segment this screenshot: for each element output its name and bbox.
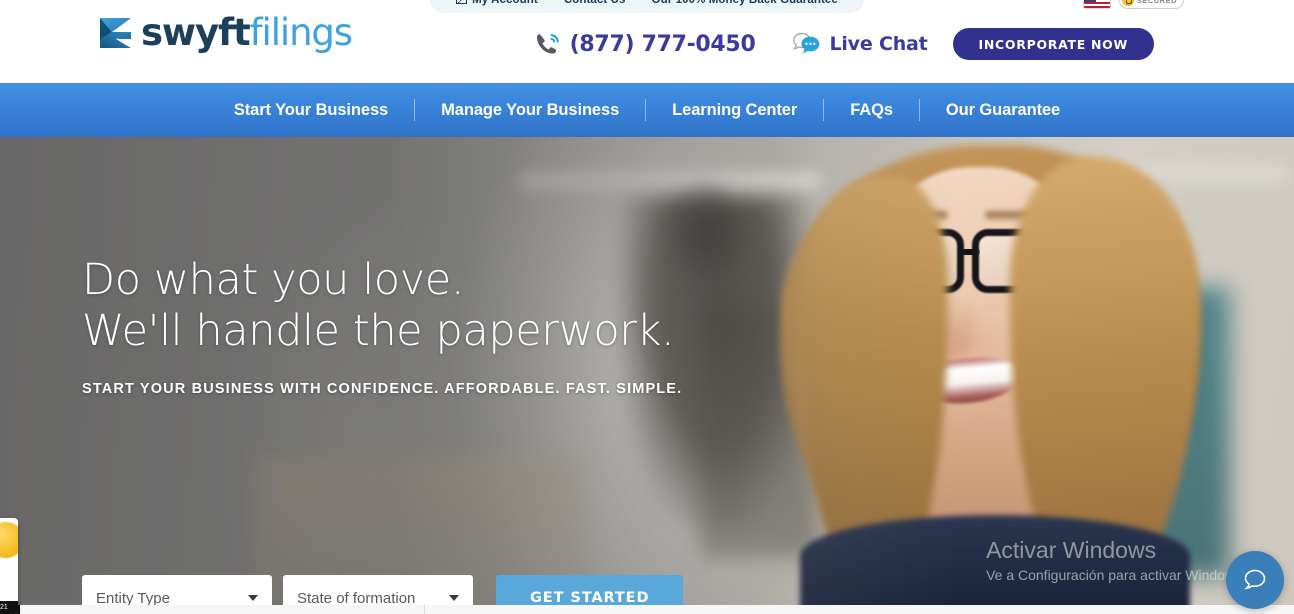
nav-item-faqs[interactable]: FAQs [824, 101, 919, 120]
header-actions: (877) 777-0450 Live Chat INCORPORATE NOW [535, 28, 1154, 60]
phone-number: (877) 777-0450 [569, 31, 756, 57]
hero-section: Do what you love. We'll handle the paper… [0, 137, 1294, 605]
secured-seal-badge[interactable]: SECURED [1118, 0, 1184, 9]
guarantee-seal-badge[interactable]: NT NG 2021 [0, 518, 18, 614]
utility-link-label: Our 100% Money Back Guarantee [651, 0, 838, 6]
nav-item-learning-center[interactable]: Learning Center [646, 101, 823, 120]
logo-primary-text: swyft [141, 11, 251, 54]
chat-widget-button[interactable] [1226, 551, 1284, 609]
entity-type-field: Entity Type [82, 575, 272, 605]
phone-link[interactable]: (877) 777-0450 [535, 31, 756, 57]
hero-headline: Do what you love. We'll handle the paper… [82, 255, 782, 356]
utility-link-label: Contact Us [563, 0, 626, 6]
incorporate-now-button[interactable]: INCORPORATE NOW [952, 28, 1154, 60]
site-logo[interactable]: swyftfilings [98, 11, 353, 54]
hero-content: Do what you love. We'll handle the paper… [82, 255, 782, 397]
utility-link-my-account[interactable]: My Account [456, 0, 538, 6]
logo-secondary-text: filings [249, 11, 353, 54]
nav-item-manage-your-business[interactable]: Manage Your Business [415, 101, 645, 120]
hero-headline-line1: Do what you love. [82, 255, 465, 305]
chat-bubble-icon [793, 32, 820, 53]
footer-divider [424, 605, 425, 614]
state-of-formation-field: State of formation [283, 575, 473, 605]
nav-item-start-your-business[interactable]: Start Your Business [208, 101, 414, 120]
nav-item-our-guarantee[interactable]: Our Guarantee [920, 101, 1086, 120]
utility-link-label: My Account [472, 0, 538, 6]
utility-link-guarantee[interactable]: Our 100% Money Back Guarantee [652, 0, 838, 6]
utility-links: My Account Contact Us Our 100% Money Bac… [430, 0, 864, 13]
main-navigation: Start Your Business Manage Your Business… [0, 83, 1294, 137]
entity-type-select[interactable]: Entity Type [82, 575, 272, 605]
utility-badges: SECURED [1082, 0, 1184, 13]
seal-bar-label: 2021 [0, 601, 18, 614]
us-flag-badge [1082, 0, 1111, 9]
mail-icon [456, 0, 468, 4]
live-chat-label: Live Chat [829, 33, 928, 55]
lock-icon [1121, 0, 1134, 6]
swyft-s-mark-icon [100, 18, 131, 48]
state-of-formation-select[interactable]: State of formation [283, 575, 473, 605]
hero-headline-line2: We'll handle the paperwork. [82, 305, 675, 356]
live-chat-link[interactable]: Live Chat [793, 32, 928, 56]
hero-start-form: Entity Type State of formation GET START… [82, 575, 684, 605]
utility-link-contact-us[interactable]: Contact Us [564, 0, 626, 6]
footer-strip [0, 605, 1294, 614]
ringing-phone-icon [536, 34, 559, 54]
get-started-button[interactable]: GET STARTED [496, 575, 684, 605]
chat-bubble-icon [1244, 569, 1266, 590]
secured-label: SECURED [1136, 0, 1177, 5]
hero-subheadline: START YOUR BUSINESS WITH CONFIDENCE. AFF… [82, 381, 683, 398]
seal-medal-icon [0, 522, 18, 558]
